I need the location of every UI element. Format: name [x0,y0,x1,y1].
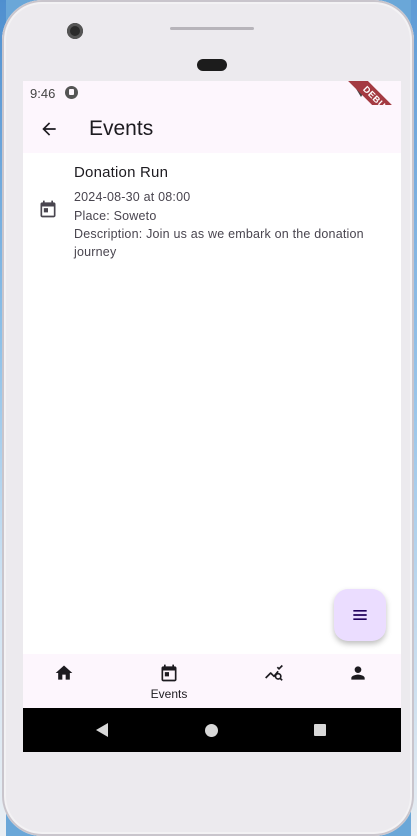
person-icon [351,666,365,680]
system-navigation-bar [23,708,401,752]
app-bar: Events [23,105,401,153]
phone-frame: 9:46 DEBUG Events Donation Run 2024-08-3… [2,0,414,836]
event-place: Place: Soweto [74,209,157,223]
front-camera [67,23,83,39]
calendar-icon [161,664,177,682]
calendar-icon [40,200,56,218]
event-title: Donation Run [74,164,169,181]
menu-fab-button[interactable] [334,589,386,641]
nav-item-events[interactable]: Events [139,654,199,708]
event-date: 2024-08-30 at 08:00 [74,190,191,204]
status-bar: 9:46 DEBUG [23,81,401,141]
nav-item-insights[interactable] [244,654,304,708]
page-title: Events [89,117,154,140]
system-back-button[interactable] [96,723,108,737]
system-home-button[interactable] [205,724,218,737]
event-list-item[interactable]: Donation Run 2024-08-30 at 08:00 Place: … [23,159,401,269]
event-description: Description: Join us as we embark on the… [74,227,364,259]
nav-item-profile[interactable] [328,654,388,708]
arrow-back-icon [42,122,56,136]
earpiece-speaker [170,27,254,30]
nav-item-label: Events [150,687,188,701]
menu-icon [353,610,367,620]
proximity-sensor [197,59,227,71]
system-recents-button[interactable] [314,724,326,736]
app-screen: 9:46 DEBUG Events Donation Run 2024-08-3… [23,81,401,752]
notification-app-icon [65,86,78,99]
bottom-navigation-bar: Events [23,654,401,708]
nav-item-home[interactable] [34,654,94,708]
back-button[interactable] [35,115,63,143]
chart-search-icon [265,664,283,681]
home-icon [55,665,73,680]
status-time: 9:46 [30,86,56,101]
